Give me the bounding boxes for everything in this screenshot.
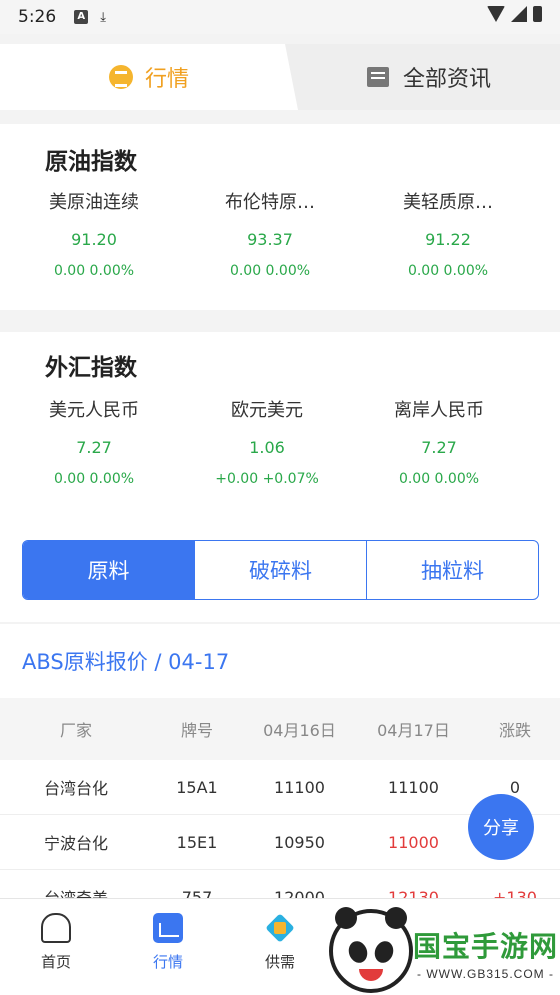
news-icon: [366, 67, 389, 87]
header-manufacturer: 厂家: [59, 721, 92, 740]
quote-item[interactable]: 美原油连续 91.20 0.00 0.00%: [4, 188, 184, 279]
cell-grade: 15E1: [176, 832, 218, 852]
nav-market-label: 行情: [152, 953, 183, 971]
watermark: 国宝手游网 - WWW.GB315.COM -: [315, 903, 560, 995]
nav-home-label: 首页: [40, 953, 71, 971]
price-section-title: ABS原料报价 / 04-17: [22, 650, 230, 674]
quote-item[interactable]: 离岸人民币 7.27 0.00 0.00%: [349, 396, 529, 487]
quote-price: 91.22: [425, 230, 471, 249]
market-chart-icon: [153, 913, 183, 943]
home-icon: [41, 913, 71, 943]
tab-all-news-label: 全部资讯: [402, 67, 491, 92]
quote-item[interactable]: 美轻质原… 91.22 0.00 0.00%: [358, 188, 538, 279]
quote-price: 7.27: [76, 438, 112, 457]
segment-crushed[interactable]: 破碎料: [194, 541, 366, 599]
panda-logo-icon: [329, 907, 413, 993]
wifi-icon: [487, 6, 505, 22]
a-notification-icon: A: [74, 10, 89, 24]
quote-change: 0.00 0.00%: [229, 263, 311, 279]
cell-manufacturer: 宁波台化: [43, 834, 108, 853]
quote-price: 1.06: [249, 438, 285, 457]
quote-change: 0.00 0.00%: [53, 263, 135, 279]
quote-change: 0.00 0.00%: [53, 471, 135, 487]
cell-price-curr: 11100: [388, 777, 439, 797]
quote-name: 美原油连续: [49, 192, 139, 213]
header-date-1: 04月16日: [263, 721, 336, 740]
tab-market-label: 行情: [144, 67, 189, 92]
quote-item[interactable]: 布伦特原… 93.37 0.00 0.00%: [180, 188, 360, 279]
material-segmented-control: 原料 破碎料 抽粒料: [22, 540, 539, 600]
top-tabs: 行情 全部资讯: [0, 44, 560, 110]
cell-manufacturer: 台湾台化: [43, 779, 108, 798]
nav-market[interactable]: 行情: [123, 913, 213, 972]
status-time: 5:26: [18, 7, 57, 27]
quote-name: 离岸人民币: [394, 400, 484, 421]
signal-icon: [511, 6, 527, 22]
segment-pellet[interactable]: 抽粒料: [366, 541, 538, 599]
quote-price: 91.20: [71, 230, 117, 249]
cell-grade: 15A1: [176, 777, 218, 797]
nav-supply-label: 供需: [264, 953, 295, 971]
battery-icon: [533, 6, 542, 22]
forex-title: 外汇指数: [45, 355, 137, 381]
watermark-url: - WWW.GB315.COM -: [417, 967, 554, 981]
quote-name: 美轻质原…: [403, 192, 493, 213]
download-icon: ⤓: [100, 9, 106, 25]
forex-card: 外汇指数 美元人民币 7.27 0.00 0.00% 欧元美元 1.06 +0.…: [0, 332, 560, 518]
nav-home[interactable]: 首页: [11, 913, 101, 972]
quote-item[interactable]: 欧元美元 1.06 +0.00 +0.07%: [177, 396, 357, 487]
segment-raw[interactable]: 原料: [23, 541, 194, 599]
nav-supply[interactable]: 供需: [235, 913, 325, 972]
quote-name: 布伦特原…: [225, 192, 315, 213]
quote-change: 0.00 0.00%: [407, 263, 489, 279]
cell-price-curr: 11000: [388, 832, 439, 852]
quote-change: +0.00 +0.07%: [215, 471, 319, 487]
cell-price-prev: 10950: [274, 832, 325, 852]
quote-price: 93.37: [247, 230, 293, 249]
watermark-text: 国宝手游网: [413, 931, 559, 962]
quote-price: 7.27: [421, 438, 457, 457]
tab-all-news[interactable]: 全部资讯: [298, 44, 560, 110]
tab-market[interactable]: 行情: [0, 44, 298, 110]
quote-name: 美元人民币: [49, 400, 139, 421]
table-header: 厂家 牌号 04月16日 04月17日 涨跌: [0, 698, 560, 760]
market-coin-icon: [108, 65, 133, 89]
supply-cube-icon: [265, 913, 295, 943]
quote-change: 0.00 0.00%: [398, 471, 480, 487]
quote-name: 欧元美元: [231, 400, 303, 421]
header-change: 涨跌: [498, 721, 531, 740]
crude-oil-title: 原油指数: [45, 149, 137, 175]
cell-change: 0: [509, 777, 521, 797]
share-button[interactable]: 分享: [468, 794, 534, 860]
status-bar: 5:26 A ⤓: [0, 0, 560, 34]
cell-price-prev: 11100: [274, 777, 325, 797]
header-date-2: 04月17日: [377, 721, 450, 740]
header-grade: 牌号: [180, 721, 213, 740]
crude-oil-card: 原油指数 美原油连续 91.20 0.00 0.00% 布伦特原… 93.37 …: [0, 124, 560, 310]
quote-item[interactable]: 美元人民币 7.27 0.00 0.00%: [4, 396, 184, 487]
